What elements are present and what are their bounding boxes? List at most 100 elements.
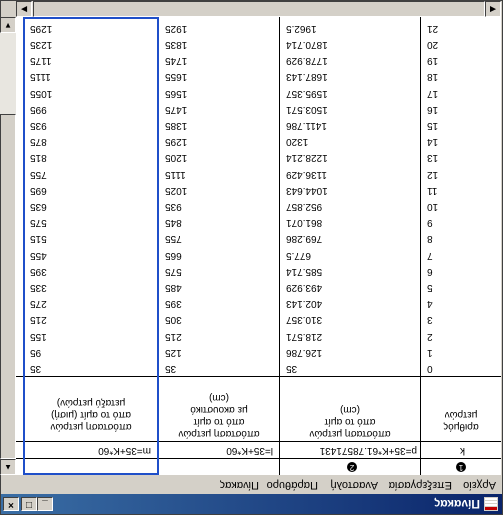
cell-k[interactable]: 5 — [427, 281, 433, 293]
cell-l[interactable]: 1205 — [165, 151, 187, 163]
cell-p[interactable]: 861.071 — [286, 216, 322, 228]
cell-l[interactable]: 1295 — [165, 135, 187, 147]
data-grid[interactable]: 1 2 k p=35+K*61.78571431 l=35+K*60 m=35+… — [16, 17, 501, 475]
cell-l[interactable]: 215 — [165, 330, 182, 342]
cell-p[interactable]: 1136.429 — [286, 168, 327, 180]
cell-l[interactable]: 125 — [165, 346, 182, 358]
menu-edit[interactable]: Επεξεργασία — [389, 479, 452, 491]
cell-p[interactable]: 1228.214 — [286, 151, 328, 163]
cell-k[interactable]: 13 — [427, 151, 438, 163]
cell-m[interactable]: 635 — [30, 200, 47, 212]
cell-l[interactable]: 845 — [165, 216, 182, 228]
cell-l[interactable]: 1925 — [165, 22, 187, 34]
cell-k[interactable]: 0 — [427, 362, 433, 374]
cell-p[interactable]: 1870.714 — [286, 38, 328, 50]
cell-k[interactable]: 21 — [427, 22, 438, 34]
table-row[interactable]: 1 126.786 125 95 — [16, 344, 501, 360]
cell-p[interactable]: 126.786 — [286, 346, 322, 358]
cell-k[interactable]: 10 — [427, 200, 438, 212]
cell-p[interactable]: 1411.786 — [286, 119, 327, 131]
title-bar[interactable]: Πίνακας _ □ × — [1, 494, 502, 514]
table-row[interactable]: 0 35 35 35 — [16, 360, 501, 376]
cell-m[interactable]: 95 — [30, 346, 41, 358]
cell-m[interactable]: 815 — [30, 151, 47, 163]
cell-m[interactable]: 695 — [30, 184, 47, 196]
table-row[interactable]: 11 1044.643 1025 695 — [16, 182, 501, 198]
cell-l[interactable]: 1025 — [165, 184, 187, 196]
cell-m[interactable]: 155 — [30, 330, 47, 342]
cell-p[interactable]: 585.714 — [286, 265, 322, 277]
cell-k[interactable]: 12 — [427, 168, 438, 180]
table-row[interactable]: 20 1870.714 1835 1235 — [16, 36, 501, 52]
vertical-scrollbar[interactable]: ▲ ▼ — [0, 17, 16, 475]
cell-k[interactable]: 20 — [427, 38, 438, 50]
cell-l[interactable]: 395 — [165, 297, 182, 309]
cell-p[interactable]: 402.143 — [286, 297, 322, 309]
cell-p[interactable]: 218.571 — [286, 330, 322, 342]
cell-m[interactable]: 335 — [30, 281, 47, 293]
scroll-down-button[interactable]: ▼ — [0, 17, 16, 33]
cell-m[interactable]: 1115 — [30, 70, 51, 82]
cell-k[interactable]: 17 — [427, 87, 438, 99]
cell-m[interactable]: 755 — [30, 168, 47, 180]
formula-p[interactable]: p=35+K*61.78571431 — [320, 444, 417, 456]
cell-l[interactable]: 575 — [165, 265, 182, 277]
cell-p[interactable]: 310.357 — [286, 313, 322, 325]
cell-m[interactable]: 995 — [30, 103, 47, 115]
cell-l[interactable]: 1385 — [165, 119, 187, 131]
cell-l[interactable]: 1835 — [165, 38, 187, 50]
table-row[interactable]: 12 1136.429 1115 755 — [16, 165, 501, 181]
table-row[interactable]: 3 310.357 305 215 — [16, 311, 501, 327]
cell-p[interactable]: 1962.5 — [286, 22, 317, 34]
menu-suspend[interactable]: Αναστολή — [330, 479, 378, 491]
cell-p[interactable]: 1595.357 — [286, 87, 328, 99]
cell-k[interactable]: 19 — [427, 54, 438, 66]
cell-k[interactable]: 15 — [427, 119, 438, 131]
cell-l[interactable]: 1115 — [165, 168, 186, 180]
formula-l[interactable]: l=35+K*60 — [226, 444, 273, 456]
cell-m[interactable]: 935 — [30, 119, 47, 131]
cell-l[interactable]: 665 — [165, 249, 182, 261]
cell-k[interactable]: 4 — [427, 297, 433, 309]
cell-m[interactable]: 455 — [30, 249, 47, 261]
cell-m[interactable]: 1175 — [30, 54, 52, 66]
cell-p[interactable]: 1320 — [286, 135, 308, 147]
cell-p[interactable]: 1778.929 — [286, 54, 328, 66]
cell-m[interactable]: 275 — [30, 297, 47, 309]
formula-m[interactable]: m=35+K*60 — [98, 444, 151, 456]
cell-k[interactable]: 1 — [427, 346, 433, 358]
table-row[interactable]: 18 1687.143 1655 1115 — [16, 68, 501, 84]
scroll-left-button[interactable]: ◀ — [485, 1, 501, 17]
table-row[interactable]: 19 1778.929 1745 1175 — [16, 52, 501, 68]
cell-p[interactable]: 952.857 — [286, 200, 322, 212]
maximize-button[interactable]: □ — [21, 497, 37, 511]
table-row[interactable]: 21 1962.5 1925 1295 — [16, 20, 501, 36]
cell-m[interactable]: 1235 — [30, 38, 52, 50]
table-row[interactable]: 15 1411.786 1385 935 — [16, 117, 501, 133]
table-row[interactable]: 13 1228.214 1205 815 — [16, 149, 501, 165]
cell-m[interactable]: 515 — [30, 232, 47, 244]
menu-window[interactable]: Παράθυρο — [267, 479, 318, 491]
cell-l[interactable]: 935 — [165, 200, 182, 212]
cell-p[interactable]: 1503.571 — [286, 103, 328, 115]
close-button[interactable]: × — [3, 497, 19, 511]
scroll-up-button[interactable]: ▲ — [0, 459, 16, 475]
scroll-right-button[interactable]: ▶ — [16, 1, 32, 17]
cell-k[interactable]: 18 — [427, 70, 438, 82]
table-row[interactable]: 17 1595.357 1565 1055 — [16, 84, 501, 100]
cell-m[interactable]: 35 — [30, 362, 41, 374]
horizontal-scrollbar[interactable]: ◀ ▶ — [16, 1, 501, 17]
cell-l[interactable]: 35 — [165, 362, 176, 374]
cell-k[interactable]: 14 — [427, 135, 438, 147]
cell-l[interactable]: 485 — [165, 281, 182, 293]
table-row[interactable]: 2 218.571 215 155 — [16, 327, 501, 343]
cell-l[interactable]: 1745 — [165, 54, 187, 66]
cell-m[interactable]: 215 — [30, 313, 47, 325]
cell-k[interactable]: 3 — [427, 313, 433, 325]
table-row[interactable]: 7 677.5 665 455 — [16, 246, 501, 262]
formula-k[interactable]: k — [460, 444, 465, 456]
cell-l[interactable]: 1655 — [165, 70, 187, 82]
cell-l[interactable]: 1475 — [165, 103, 187, 115]
cell-p[interactable]: 769.286 — [286, 232, 322, 244]
table-row[interactable]: 9 861.071 845 575 — [16, 214, 501, 230]
